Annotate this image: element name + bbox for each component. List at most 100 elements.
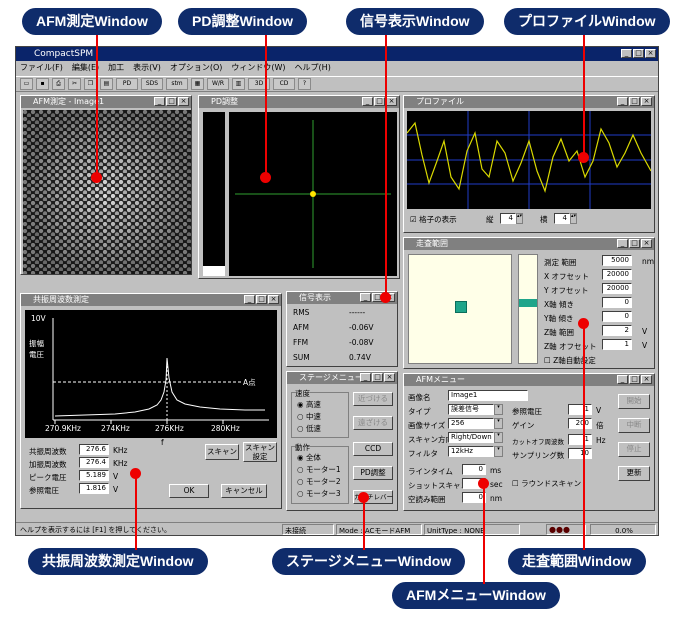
size-dropdown-icon[interactable]: ▾	[494, 418, 503, 429]
vert-spinner[interactable]: ▴▾	[516, 213, 523, 224]
pd-adjust-button[interactable]: PD調整	[353, 466, 393, 480]
profile-max-button[interactable]: □	[629, 97, 640, 106]
ref-field[interactable]: 1	[568, 404, 592, 415]
toolbar-stm-button[interactable]: stm	[166, 78, 188, 90]
stop-button[interactable]: 停止	[618, 442, 650, 457]
approach-button[interactable]: 近づける	[353, 392, 393, 406]
ok-button[interactable]: OK	[169, 484, 209, 498]
scan-range-field[interactable]: 5000	[602, 255, 632, 266]
y-offset-field[interactable]: 20000	[602, 283, 632, 294]
linetime-field[interactable]: 0	[462, 464, 486, 475]
action-all-radio[interactable]: ◉ 全体	[297, 452, 321, 463]
pd-close-button[interactable]: ×	[386, 97, 397, 106]
scan-max-button[interactable]: □	[629, 239, 640, 248]
resonance-max-button[interactable]: □	[256, 295, 267, 304]
paste-icon[interactable]: ▤	[100, 78, 113, 90]
gain-field[interactable]: 200	[568, 418, 592, 429]
image-name-input[interactable]: Image1	[448, 390, 528, 401]
toolbar-cd-button[interactable]: CD	[273, 78, 295, 90]
speed-mid-radio[interactable]: ○ 中速	[297, 411, 321, 422]
pause-button[interactable]: 中断	[618, 418, 650, 433]
menu-process[interactable]: 加工	[108, 61, 124, 75]
afm-menu-max-button[interactable]: □	[629, 375, 640, 384]
cancel-button[interactable]: キャンセル	[221, 484, 267, 498]
menu-window[interactable]: ウィンドウ(W)	[231, 61, 285, 75]
afm-menu-close-button[interactable]: ×	[641, 375, 652, 384]
action-motor3-radio[interactable]: ○ モーター3	[297, 488, 341, 499]
afm-max-button[interactable]: □	[166, 97, 177, 106]
drive-freq-field[interactable]: 276.4	[79, 457, 109, 468]
menu-options[interactable]: オプション(O)	[170, 61, 223, 75]
filter-select[interactable]: 12kHz	[448, 446, 494, 457]
scan-button[interactable]: スキャン	[205, 444, 239, 460]
cut-icon[interactable]: ✂	[68, 78, 81, 90]
save-icon[interactable]: ▪	[36, 78, 49, 90]
retract-button[interactable]: 遠ざける	[353, 416, 393, 430]
open-icon[interactable]: ▭	[20, 78, 33, 90]
menu-view[interactable]: 表示(V)	[133, 61, 161, 75]
profile-close-button[interactable]: ×	[641, 97, 652, 106]
toolbar-pd-button[interactable]: PD	[116, 78, 138, 90]
update-button[interactable]: 更新	[618, 466, 650, 481]
print-icon[interactable]: ⎙	[52, 78, 65, 90]
scan-marker[interactable]	[455, 301, 467, 313]
afm-close-button[interactable]: ×	[178, 97, 189, 106]
x-tilt-field[interactable]: 0	[602, 297, 632, 308]
toolbar-wr-button[interactable]: W/R	[207, 78, 229, 90]
grid-icon[interactable]: ▥	[232, 78, 245, 90]
horiz-field[interactable]: 4	[554, 213, 570, 224]
speed-high-radio[interactable]: ◉ 高速	[297, 399, 321, 410]
stage-max-button[interactable]: □	[372, 373, 383, 382]
type-dropdown-icon[interactable]: ▾	[494, 404, 503, 415]
z-range-bar[interactable]	[518, 254, 538, 364]
resonance-min-button[interactable]: _	[244, 295, 255, 304]
round-scan-checkbox[interactable]: ☐ ラウンドスキャン	[512, 478, 581, 489]
close-button[interactable]: ×	[645, 49, 656, 58]
stage-close-button[interactable]: ×	[384, 373, 395, 382]
filter-dropdown-icon[interactable]: ▾	[494, 446, 503, 457]
x-offset-field[interactable]: 20000	[602, 269, 632, 280]
ccd-button[interactable]: CCD	[353, 442, 393, 456]
resonance-chart[interactable]: 10V 振幅 電圧 A点 270.9KHz 274KHz 276KHz 280K…	[25, 310, 277, 438]
scan-area-view[interactable]	[408, 254, 512, 364]
grid-checkbox[interactable]: ☑ 格子の表示	[410, 214, 457, 225]
z-offset-field[interactable]: 1	[602, 339, 632, 350]
pd-crosshair-view[interactable]	[229, 112, 397, 276]
dir-dropdown-icon[interactable]: ▾	[494, 432, 503, 443]
pd-min-button[interactable]: _	[362, 97, 373, 106]
profile-plot[interactable]	[407, 111, 651, 209]
vert-field[interactable]: 4	[500, 213, 516, 224]
action-motor1-radio[interactable]: ○ モーター1	[297, 464, 341, 475]
minimize-button[interactable]: _	[621, 49, 632, 58]
z-range-field[interactable]: 2	[602, 325, 632, 336]
signal-min-button[interactable]: _	[360, 293, 371, 302]
afm-image[interactable]	[23, 110, 191, 274]
profile-min-button[interactable]: _	[617, 97, 628, 106]
toolbar-sds-button[interactable]: SDS	[141, 78, 163, 90]
menu-file[interactable]: ファイル(F)	[20, 61, 63, 75]
action-motor2-radio[interactable]: ○ モーター2	[297, 476, 341, 487]
dir-select[interactable]: Right/Down	[448, 432, 494, 443]
ref-voltage-field[interactable]: 1.816	[79, 483, 109, 494]
scan-close-button[interactable]: ×	[641, 239, 652, 248]
size-select[interactable]: 256	[448, 418, 494, 429]
afm-min-button[interactable]: _	[154, 97, 165, 106]
z-auto-checkbox[interactable]: ☐ Z軸自動設定	[544, 355, 596, 366]
stage-min-button[interactable]: _	[360, 373, 371, 382]
menu-help[interactable]: ヘルプ(H)	[295, 61, 331, 75]
speed-low-radio[interactable]: ○ 低速	[297, 423, 321, 434]
scan-min-button[interactable]: _	[617, 239, 628, 248]
horiz-spinner[interactable]: ▴▾	[570, 213, 577, 224]
cutoff-field[interactable]: 1	[568, 434, 592, 445]
pd-max-button[interactable]: □	[374, 97, 385, 106]
scan-setting-button[interactable]: スキャン 設定	[243, 442, 277, 462]
help-icon[interactable]: ?	[298, 78, 311, 90]
sampling-field[interactable]: 10	[568, 448, 592, 459]
y-tilt-field[interactable]: 0	[602, 311, 632, 322]
start-button[interactable]: 開始	[618, 394, 650, 409]
maximize-button[interactable]: □	[633, 49, 644, 58]
afm-menu-min-button[interactable]: _	[617, 375, 628, 384]
resonance-close-button[interactable]: ×	[268, 295, 279, 304]
image-icon[interactable]: ▦	[191, 78, 204, 90]
type-select[interactable]: 誤差信号	[448, 404, 494, 415]
